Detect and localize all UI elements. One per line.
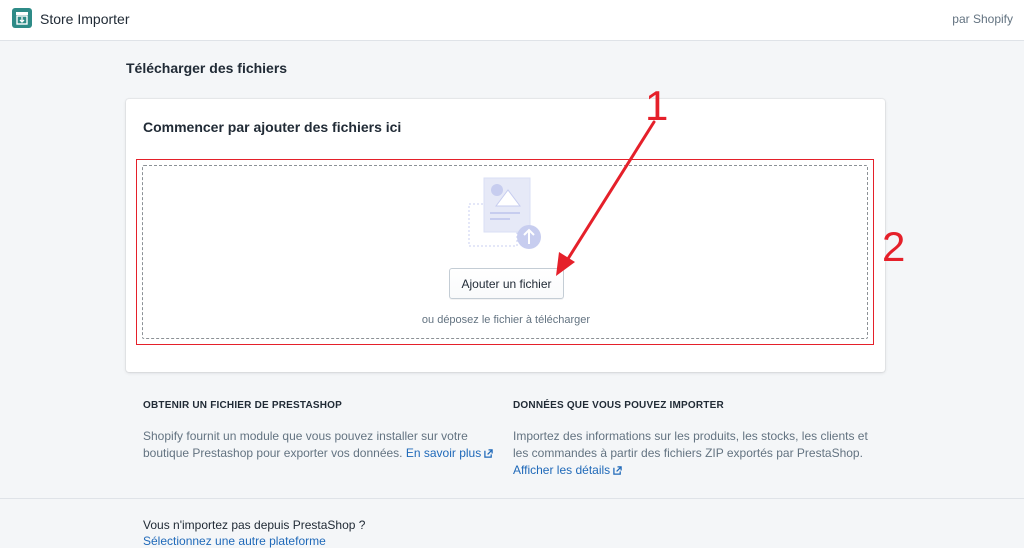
footer: Vous n'importez pas depuis PrestaShop ? … bbox=[0, 498, 1024, 548]
top-bar: Store Importer par Shopify bbox=[0, 0, 1024, 41]
add-file-button[interactable]: Ajouter un fichier bbox=[449, 268, 564, 299]
upload-file-icon bbox=[468, 176, 548, 252]
page-title: Télécharger des fichiers bbox=[126, 60, 288, 76]
learn-more-link-label: En savoir plus bbox=[405, 446, 482, 460]
vendor-label: par Shopify bbox=[952, 12, 1013, 26]
prestashop-info-heading: OBTENIR UN FICHIER DE PRESTASHOP bbox=[143, 400, 343, 411]
importable-data-info: DONNÉES QUE VOUS POUVEZ IMPORTER Importe… bbox=[513, 400, 873, 479]
external-link-icon bbox=[484, 449, 493, 458]
annotation-number-two: 2 bbox=[882, 223, 906, 270]
importable-data-text: Importez des informations sur les produi… bbox=[513, 429, 868, 460]
importable-data-body: Importez des informations sur les produi… bbox=[513, 428, 873, 479]
learn-more-link[interactable]: En savoir plus bbox=[406, 446, 493, 460]
app-title: Store Importer bbox=[40, 11, 130, 27]
store-importer-logo-icon bbox=[12, 8, 32, 28]
external-link-icon bbox=[613, 466, 622, 475]
other-platform-question: Vous n'importez pas depuis PrestaShop ? bbox=[143, 518, 366, 532]
importable-data-heading: DONNÉES QUE VOUS POUVEZ IMPORTER bbox=[513, 400, 724, 411]
select-other-platform-link[interactable]: Sélectionnez une autre plateforme bbox=[143, 534, 326, 548]
drop-hint-text: ou déposez le fichier à télécharger bbox=[421, 314, 591, 326]
prestashop-file-info: OBTENIR UN FICHIER DE PRESTASHOP Shopify… bbox=[143, 400, 503, 462]
upload-card: Commencer par ajouter des fichiers ici A… bbox=[126, 99, 885, 372]
file-dropzone[interactable]: Ajouter un fichier ou déposez le fichier… bbox=[142, 165, 868, 339]
show-details-link[interactable]: Afficher les détails bbox=[513, 463, 622, 477]
show-details-link-label: Afficher les détails bbox=[513, 463, 611, 477]
prestashop-info-body: Shopify fournit un module que vous pouve… bbox=[143, 428, 503, 462]
annotation-number-one: 1 bbox=[645, 82, 669, 129]
upload-card-title: Commencer par ajouter des fichiers ici bbox=[143, 119, 402, 135]
